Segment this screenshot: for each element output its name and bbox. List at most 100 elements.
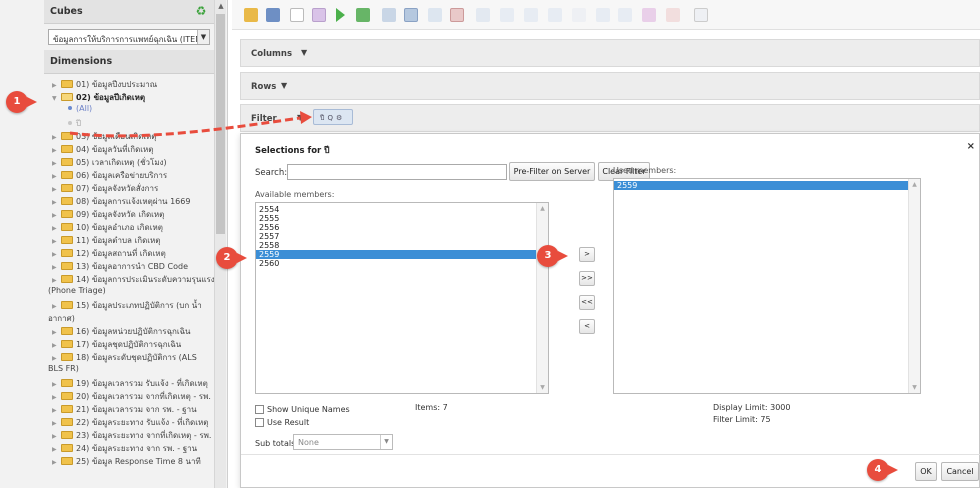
dimension-item[interactable]: ▶ 18) ข้อมูลระดับชุดปฏิบัติการ (ALS bbox=[44, 351, 214, 364]
use-result-checkbox[interactable] bbox=[255, 418, 264, 427]
scroll-down-icon[interactable]: ▼ bbox=[909, 384, 920, 391]
dimension-item[interactable]: ▶ 17) ข้อมูลชุดปฏิบัติการฉุกเฉิน bbox=[44, 338, 214, 351]
columns-dropdown-icon[interactable]: ▼ bbox=[301, 48, 307, 57]
excel-icon[interactable] bbox=[618, 8, 632, 22]
move-right-button[interactable]: > bbox=[579, 247, 595, 262]
dimension-item[interactable]: ▼ 02) ข้อมูลปีเกิดเหตุ bbox=[44, 91, 214, 104]
scroll-up-icon[interactable]: ▲ bbox=[909, 181, 920, 188]
dimension-item[interactable]: ▶ 19) ข้อมูลเวลารวม รับแจ้ง - ที่เกิดเหตุ bbox=[44, 377, 214, 390]
available-member-item[interactable]: 2555 bbox=[256, 214, 548, 223]
triangle-right-icon[interactable]: ▶ bbox=[52, 82, 60, 89]
dimension-item[interactable]: ▶ 12) ข้อมูลสถานที่ เกิดเหตุ bbox=[44, 247, 214, 260]
subtotals-select[interactable]: None ▼ bbox=[293, 434, 393, 450]
chart-icon[interactable] bbox=[572, 8, 586, 22]
triangle-right-icon[interactable]: ▶ bbox=[52, 342, 60, 349]
report-icon[interactable] bbox=[642, 8, 656, 22]
dimension-item[interactable]: ▶ 15) ข้อมูลประเภทปฏิบัติการ (บก น้ำ bbox=[44, 299, 214, 312]
refresh-icon[interactable]: ♻ bbox=[194, 4, 208, 18]
available-member-item[interactable]: 2556 bbox=[256, 223, 548, 232]
prefilter-button[interactable]: Pre-Filter on Server bbox=[509, 162, 595, 181]
triangle-right-icon[interactable]: ▶ bbox=[52, 446, 60, 453]
dimension-item[interactable]: ▶ 24) ข้อมูลระยะทาง จาก รพ. - ฐาน bbox=[44, 442, 214, 455]
dimension-item[interactable]: ▶ 01) ข้อมูลปีงบประมาณ bbox=[44, 78, 214, 91]
available-member-item[interactable]: 2559 bbox=[256, 250, 548, 259]
dimension-item[interactable]: ▶ 14) ข้อมูลการประเมินระดับความรุนแรง bbox=[44, 273, 215, 286]
dimension-item[interactable]: ▶ 21) ข้อมูลเวลารวม จาก รพ. - ฐาน bbox=[44, 403, 214, 416]
zoom-icon[interactable] bbox=[476, 8, 490, 22]
dimension-item[interactable]: ▶ 05) เวลาเกิดเหตุ (ชั่วโมง) bbox=[44, 156, 214, 169]
triangle-right-icon[interactable]: ▶ bbox=[52, 212, 60, 219]
list-scrollbar[interactable]: ▲ ▼ bbox=[536, 203, 548, 393]
rows-dropdown-icon[interactable]: ▼ bbox=[281, 81, 287, 90]
triangle-right-icon[interactable]: ▶ bbox=[52, 329, 60, 336]
sort-asc-icon[interactable] bbox=[500, 8, 514, 22]
used-members-list[interactable]: 2559 ▲ ▼ bbox=[613, 178, 921, 394]
dimension-item[interactable]: ▶ 16) ข้อมูลหน่วยปฏิบัติการฉุกเฉิน bbox=[44, 325, 214, 338]
scroll-down-icon[interactable]: ▼ bbox=[537, 384, 548, 391]
columns-zone[interactable]: Columns ▼ bbox=[240, 39, 980, 67]
new-icon[interactable] bbox=[290, 8, 304, 22]
triangle-right-icon[interactable]: ▶ bbox=[52, 251, 60, 258]
cube-select[interactable]: ข้อมูลการให้บริการการแพทย์ฉุกเฉิน (ITEM … bbox=[48, 29, 210, 45]
dimension-item[interactable]: ▶ 08) ข้อมูลการแจ้งเหตุผ่าน 1669 bbox=[44, 195, 214, 208]
triangle-right-icon[interactable]: ▶ bbox=[52, 420, 60, 427]
run-icon[interactable] bbox=[356, 8, 370, 22]
lock-icon[interactable] bbox=[666, 8, 680, 22]
triangle-right-icon[interactable]: ▶ bbox=[52, 147, 60, 154]
triangle-right-icon[interactable]: ▶ bbox=[52, 186, 60, 193]
dimension-item[interactable]: ▶ 09) ข้อมูลจังหวัด เกิดเหตุ bbox=[44, 208, 214, 221]
available-member-item[interactable]: 2554 bbox=[256, 205, 548, 214]
list-scrollbar[interactable]: ▲ ▼ bbox=[908, 179, 920, 393]
move-all-left-button[interactable]: << bbox=[579, 295, 595, 310]
dimension-item[interactable]: ▶ 04) ข้อมูลวันที่เกิดเหตุ bbox=[44, 143, 214, 156]
dimension-item[interactable]: ▶ 07) ข้อมูลจังหวัดสั่งการ bbox=[44, 182, 214, 195]
available-members-list[interactable]: 2554 2555 2556 2557 2558 2559 2560 ▲ ▼ bbox=[255, 202, 549, 394]
triangle-right-icon[interactable]: ▶ bbox=[52, 394, 60, 401]
search-input[interactable] bbox=[287, 164, 507, 180]
triangle-down-icon[interactable]: ▼ bbox=[52, 95, 60, 102]
available-member-item[interactable]: 2560 bbox=[256, 259, 548, 268]
scroll-up-icon[interactable]: ▲ bbox=[537, 205, 548, 212]
dimension-item[interactable]: ▶ 22) ข้อมูลระยะทาง รับแจ้ง - ที่เกิดเหตุ bbox=[44, 416, 214, 429]
triangle-right-icon[interactable]: ▶ bbox=[52, 277, 60, 284]
available-member-item[interactable]: 2557 bbox=[256, 232, 548, 241]
used-member-item[interactable]: 2559 bbox=[614, 181, 920, 190]
save-icon[interactable] bbox=[266, 8, 280, 22]
open-folder-icon[interactable] bbox=[244, 8, 258, 22]
triangle-right-icon[interactable]: ▶ bbox=[52, 199, 60, 206]
dimension-item[interactable]: ▶ 25) ข้อมูล Response Time 8 นาที bbox=[44, 455, 214, 468]
triangle-right-icon[interactable]: ▶ bbox=[52, 355, 60, 362]
filter-zone[interactable]: Filter ▼ ปีQ⚙ bbox=[240, 104, 980, 132]
triangle-right-icon[interactable]: ▶ bbox=[52, 303, 60, 310]
pivot-icon[interactable] bbox=[404, 8, 418, 22]
scrollbar-thumb[interactable] bbox=[216, 14, 225, 234]
filter-dropdown-icon[interactable]: ▼ bbox=[297, 113, 303, 122]
dimension-item[interactable]: ▶ 06) ข้อมูลเครือข่ายบริการ bbox=[44, 169, 214, 182]
fullscreen-icon[interactable] bbox=[694, 8, 708, 22]
dimension-item[interactable]: ▶ 03) ข้อมูลเดือนเกิดเหตุ bbox=[44, 130, 214, 143]
table-icon[interactable] bbox=[596, 8, 610, 22]
drill-icon[interactable] bbox=[450, 8, 464, 22]
close-icon[interactable]: × bbox=[967, 141, 975, 152]
ok-button[interactable]: OK bbox=[915, 462, 937, 481]
sort-desc-icon[interactable] bbox=[548, 8, 562, 22]
rows-zone[interactable]: Rows ▼ bbox=[240, 72, 980, 100]
edit-icon[interactable] bbox=[312, 8, 326, 22]
dimension-item[interactable]: ▶ 20) ข้อมูลเวลารวม จากที่เกิดเหตุ - รพ. bbox=[44, 390, 214, 403]
triangle-right-icon[interactable]: ▶ bbox=[52, 433, 60, 440]
triangle-right-icon[interactable]: ▶ bbox=[52, 407, 60, 414]
scroll-up-icon[interactable]: ▲ bbox=[215, 0, 227, 12]
triangle-right-icon[interactable]: ▶ bbox=[52, 459, 60, 466]
left-scrollbar[interactable]: ▲ bbox=[214, 0, 226, 488]
triangle-right-icon[interactable]: ▶ bbox=[52, 381, 60, 388]
dimension-member[interactable]: (All) bbox=[44, 104, 214, 117]
dimension-item[interactable]: ▶ 10) ข้อมูลอำเภอ เกิดเหตุ bbox=[44, 221, 214, 234]
swap-icon[interactable] bbox=[428, 8, 442, 22]
dimension-member[interactable]: ปี bbox=[44, 117, 214, 130]
export-icon[interactable] bbox=[524, 8, 538, 22]
move-left-button[interactable]: < bbox=[579, 319, 595, 334]
filter-chip[interactable]: ปีQ⚙ bbox=[313, 109, 353, 125]
cancel-button[interactable]: Cancel bbox=[941, 462, 979, 481]
triangle-right-icon[interactable]: ▶ bbox=[52, 134, 60, 141]
triangle-right-icon[interactable]: ▶ bbox=[52, 173, 60, 180]
